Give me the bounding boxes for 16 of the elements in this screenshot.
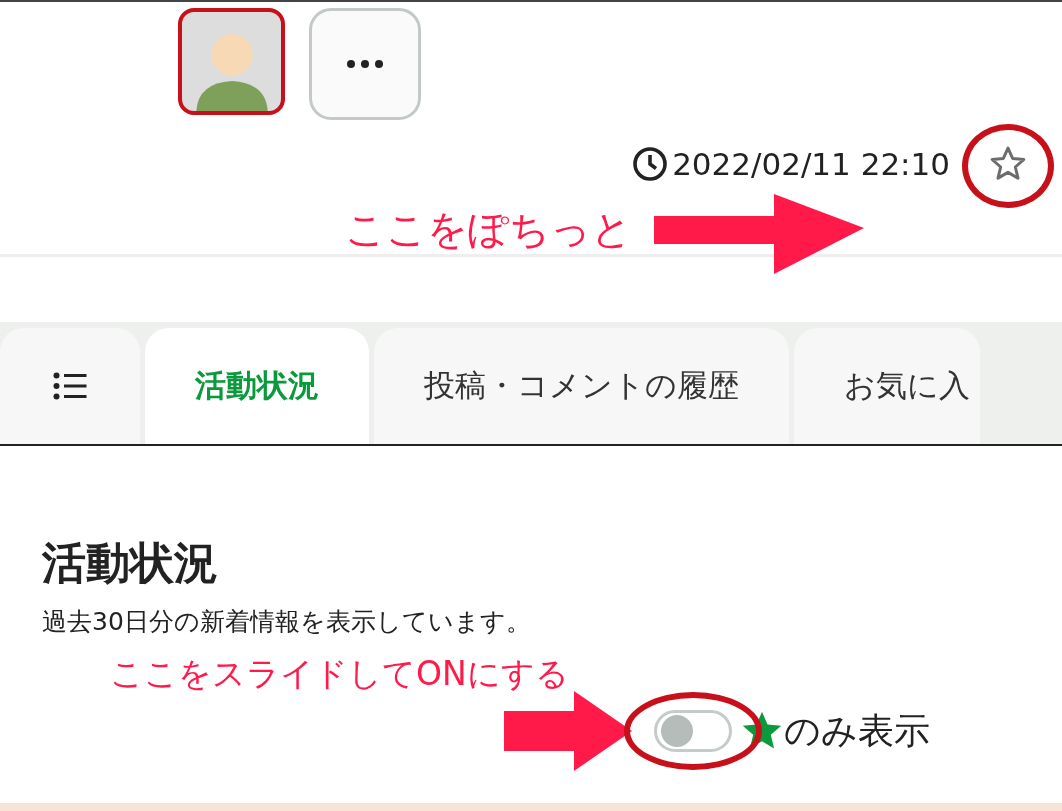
tab[interactable]: 活動状況 (145, 328, 369, 444)
filter-label: のみ表示 (784, 708, 930, 753)
annotation-text: ここをスライドしてONにする (110, 653, 570, 695)
section-description: 過去30日分の新着情報を表示しています。 (42, 606, 532, 638)
clock-icon (632, 146, 669, 182)
more-dots-icon (345, 59, 385, 69)
list-icon (51, 371, 89, 401)
section-title: 活動状況 (42, 536, 219, 590)
list-menu-tab[interactable] (0, 328, 140, 444)
avatar[interactable] (178, 8, 285, 115)
toggle-switch[interactable] (654, 710, 732, 752)
tab[interactable]: お気に入 (794, 328, 980, 444)
more-button[interactable] (309, 8, 421, 120)
tab[interactable]: 投稿・コメントの履歴 (374, 328, 789, 444)
timestamp: 2022/02/11 22:10 (672, 146, 950, 182)
annotation-text: ここをぽちっと (345, 204, 632, 254)
